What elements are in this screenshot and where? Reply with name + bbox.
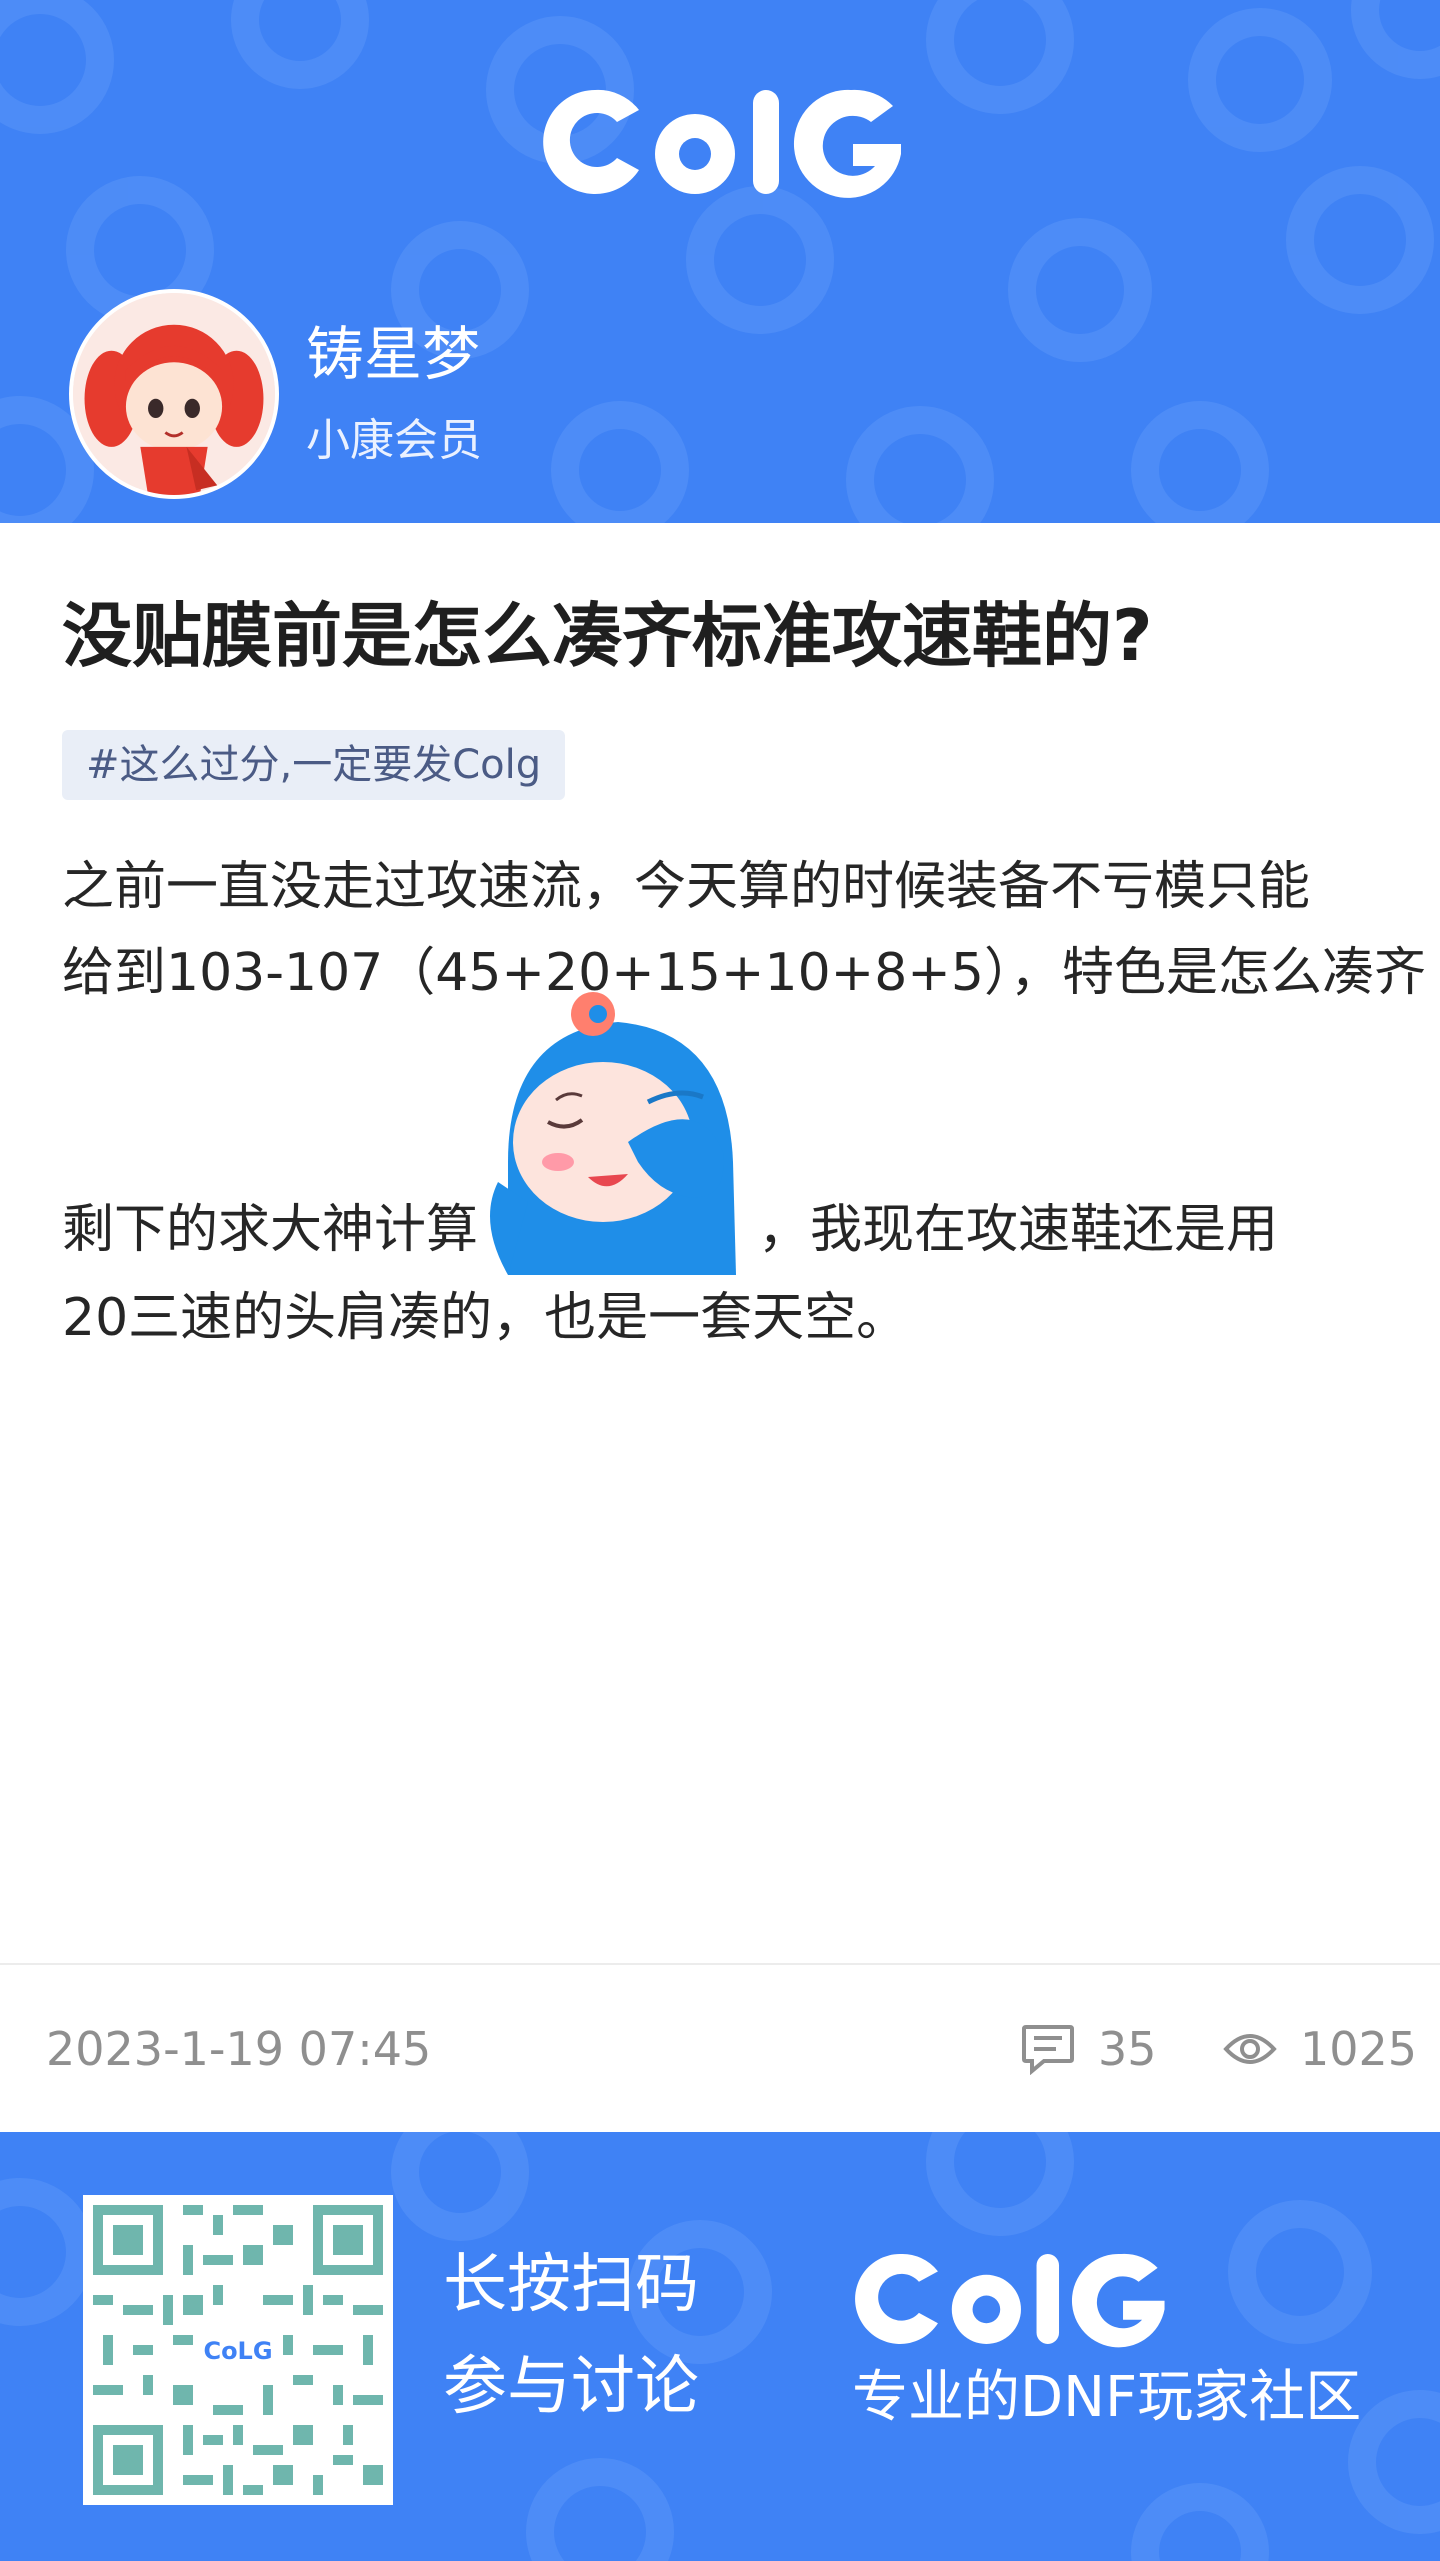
cta-scan-text: 长按扫码 <box>443 2248 699 2322</box>
qr-code-icon: CoLG <box>83 2195 393 2505</box>
comment-icon <box>1022 2025 1074 2075</box>
view-count-value: 1025 <box>1300 2022 1418 2076</box>
post-meta-row: 2023-1-19 07:45 35 1025 <box>0 1966 1440 2132</box>
post-date: 2023-1-19 07:45 <box>46 2022 432 2076</box>
eye-icon <box>1223 2034 1277 2064</box>
brand-slogan: 专业的DNF玩家社区 <box>852 2365 1362 2430</box>
post-body-text: 剩下的求大神计算 <box>62 1200 479 1260</box>
post-body-line: 20三速的头肩凑的，也是一套天空。 <box>62 1288 909 1348</box>
avatar-girl-red-hair-icon <box>73 293 275 495</box>
facepalm-sticker-icon <box>478 992 758 1275</box>
author-avatar[interactable] <box>69 289 279 499</box>
post-title: 没贴膜前是怎么凑齐标准攻速鞋的? <box>62 595 1153 677</box>
post-body: 之前一直没走过攻速流，今天算的时候装备不亏模只能 给到103-107（45+20… <box>62 844 1426 1361</box>
post-body-line: 之前一直没走过攻速流，今天算的时候装备不亏模只能 <box>62 857 1311 917</box>
view-count: 1025 <box>1222 2016 1417 2082</box>
post-body-text: ，我现在攻速鞋还是用 <box>758 1200 1279 1260</box>
promo-footer: CoLG 长按扫码 参与讨论 专业的DNF玩家社区 <box>0 2132 1440 2561</box>
profile-header: 铸星梦 小康会员 <box>0 0 1440 523</box>
colg-logo <box>543 89 901 198</box>
colg-logo-footer <box>855 2253 1165 2348</box>
topic-tag[interactable]: #这么过分,一定要发Colg <box>62 730 566 800</box>
author-name[interactable]: 铸星梦 <box>306 316 480 392</box>
comment-count-value: 35 <box>1098 2022 1157 2076</box>
qr-center-logo: CoLG <box>203 2337 272 2365</box>
comment-count[interactable]: 35 <box>1020 2016 1157 2082</box>
cta-discuss-text: 参与讨论 <box>443 2350 699 2424</box>
post-body-line: 剩下的求大神计算 ，我现在攻速鞋还是用 <box>62 992 1402 1275</box>
divider <box>0 1963 1440 1965</box>
author-level-badge: 小康会员 <box>306 415 482 466</box>
qr-code[interactable]: CoLG <box>83 2195 393 2505</box>
